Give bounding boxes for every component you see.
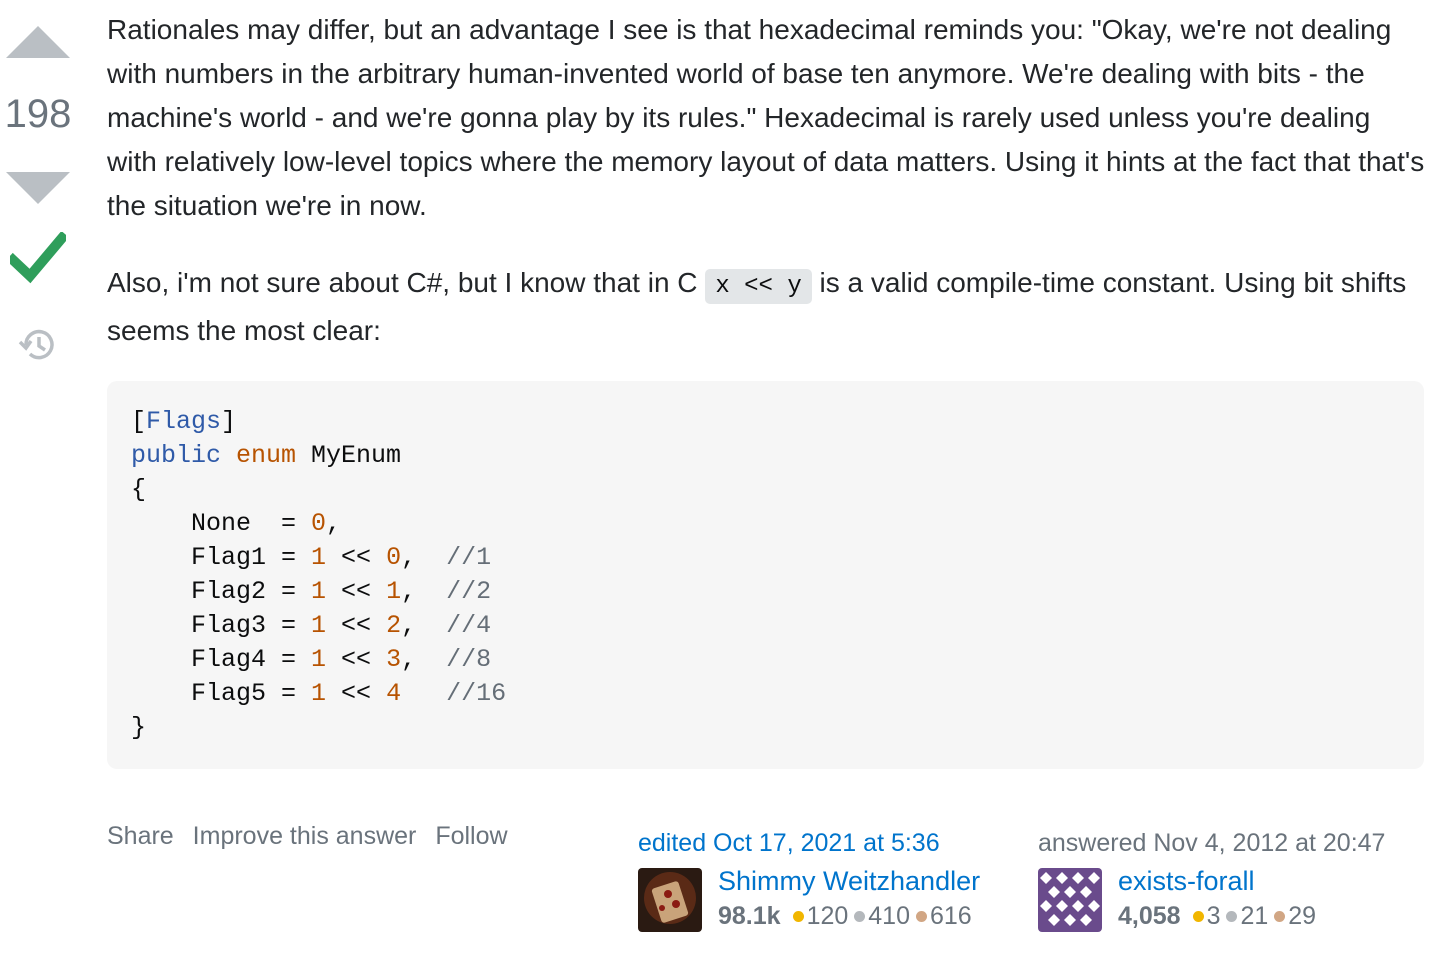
code-line: public enum MyEnum: [131, 441, 402, 470]
bronze-badge-count: 616: [930, 902, 972, 930]
silver-badge-count: 410: [868, 902, 910, 930]
editor-stats: 98.1k 120 410 616: [718, 902, 972, 931]
code-line: {: [131, 475, 147, 504]
edited-timestamp-link[interactable]: edited Oct 17, 2021 at 5:36: [638, 828, 940, 858]
accepted-checkmark-icon: [10, 232, 66, 284]
author-username-link[interactable]: exists-forall: [1118, 866, 1255, 897]
code-line: Flag5 = 1 << 4 //16: [131, 679, 507, 708]
reputation-score: 4,058: [1118, 902, 1181, 930]
reputation-score: 98.1k: [718, 902, 781, 930]
improve-answer-link[interactable]: Improve this answer: [193, 822, 417, 850]
code-line: Flag1 = 1 << 0, //1: [131, 543, 492, 572]
code-content: [Flags] public enum MyEnum { None = 0, F…: [107, 381, 1424, 769]
code-line: [Flags]: [131, 407, 237, 436]
post-menu: Share Improve this answer Follow: [107, 822, 520, 851]
answered-timestamp: answered Nov 4, 2012 at 20:47: [1038, 829, 1386, 857]
code-line: Flag2 = 1 << 1, //2: [131, 577, 492, 606]
gold-badge-count: 3: [1206, 902, 1221, 930]
silver-badge-icon: [854, 910, 866, 922]
gold-badge-count: 120: [806, 902, 849, 930]
identicon-avatar-icon[interactable]: [1038, 868, 1102, 932]
code-line: }: [131, 713, 147, 742]
bronze-badge-icon: [1274, 910, 1286, 922]
code-line: Flag4 = 1 << 3, //8: [131, 645, 492, 674]
author-stats: 4,058 3 21 29: [1118, 902, 1316, 931]
answer-paragraph: Rationales may differ, but an advantage …: [107, 14, 1425, 221]
inline-code: x << y: [705, 269, 812, 304]
follow-link[interactable]: Follow: [435, 822, 507, 850]
code-line: Flag3 = 1 << 2, //4: [131, 611, 492, 640]
bronze-badge-icon: [916, 910, 927, 922]
history-clock-icon[interactable]: [18, 325, 58, 365]
code-line: None = 0,: [131, 509, 342, 538]
gold-badge-icon: [792, 910, 804, 922]
editor-username-link[interactable]: Shimmy Weitzhandler: [718, 866, 980, 897]
gold-badge-icon: [1192, 910, 1204, 922]
silver-badge-count: 21: [1240, 902, 1269, 930]
vote-count: 198: [4, 92, 72, 136]
share-link[interactable]: Share: [107, 822, 174, 850]
code-block: [Flags] public enum MyEnum { None = 0, F…: [107, 381, 1424, 769]
answer-paragraph: Also, i'm not sure about C#, but I know …: [107, 267, 1407, 346]
downvote-button[interactable]: [6, 172, 70, 204]
answer-body: Rationales may differ, but an advantage …: [107, 8, 1427, 353]
silver-badge-icon: [1226, 910, 1238, 922]
upvote-button[interactable]: [6, 26, 70, 58]
user-avatar-icon[interactable]: [638, 868, 702, 932]
author-signature: answered Nov 4, 2012 at 20:47 exists-for…: [1038, 828, 1386, 932]
bronze-badge-count: 29: [1288, 902, 1317, 930]
editor-signature: edited Oct 17, 2021 at 5:36 Shimmy Weitz…: [638, 828, 980, 932]
